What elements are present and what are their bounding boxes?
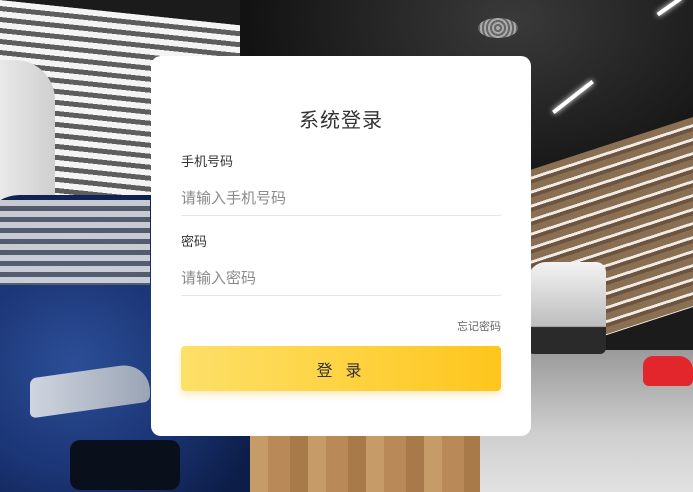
login-button[interactable]: 登 录 [181,346,501,391]
background-white-car [528,262,606,354]
phone-input[interactable] [181,181,501,216]
phone-field-group: 手机号码 [181,154,501,216]
login-title: 系统登录 [299,108,383,132]
password-field-group: 密码 [181,234,501,296]
login-page: 系统登录 手机号码 密码 忘记密码 登 录 [0,0,693,492]
phone-label: 手机号码 [181,155,234,170]
forgot-row: 忘记密码 [181,317,501,335]
background-car-grille [70,440,180,490]
background-car-reflection [0,200,150,285]
background-red-toy-car [643,356,693,386]
password-input[interactable] [181,261,501,296]
background-vent [478,18,518,38]
password-label: 密码 [181,235,208,250]
forgot-password-link[interactable]: 忘记密码 [457,320,501,333]
login-card: 系统登录 手机号码 密码 忘记密码 登 录 [151,56,531,436]
